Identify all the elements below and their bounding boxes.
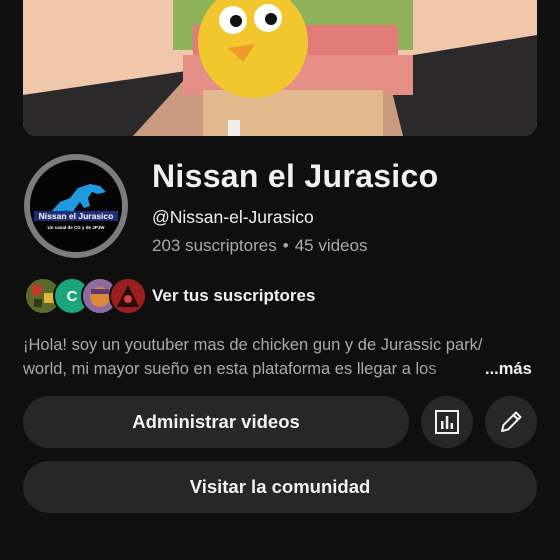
edit-channel-button[interactable] [485,396,537,448]
dinosaur-logo-icon: Nissan el Jurasico Un canal de CG y de J… [30,160,122,252]
visit-community-button[interactable]: Visitar la comunidad [23,461,537,513]
stats-separator: • [282,236,289,255]
analytics-button[interactable] [421,396,473,448]
manage-videos-button[interactable]: Administrar videos [23,396,409,448]
description-line: ¡Hola! soy un youtuber mas de chicken gu… [23,336,483,354]
channel-avatar[interactable]: Nissan el Jurasico Un canal de CG y de J… [24,154,128,258]
channel-stats: 203 suscriptores • 45 videos [152,236,367,256]
avatar-subtitle: Un canal de CG y de JPJW [47,225,105,230]
avatar-title: Nissan el Jurasico [39,211,114,221]
channel-handle: @Nissan-el-Jurasico [152,207,314,227]
analytics-icon [435,410,459,434]
subscriber-avatar [109,277,147,315]
view-subscribers-link[interactable]: Ver tus suscriptores [152,286,315,306]
pencil-icon [501,411,522,432]
video-count: 45 videos [294,236,368,255]
view-subscribers-row[interactable]: C Ver tus suscriptores [24,277,544,315]
channel-banner [23,0,537,136]
show-more-link[interactable]: ...más [485,357,532,381]
subscriber-count: 203 suscriptores [152,236,277,255]
description-line: world, mi mayor sueño en esta plataforma… [23,360,437,378]
channel-description[interactable]: ¡Hola! soy un youtuber mas de chicken gu… [23,333,538,381]
channel-name: Nissan el Jurasico [152,158,439,194]
